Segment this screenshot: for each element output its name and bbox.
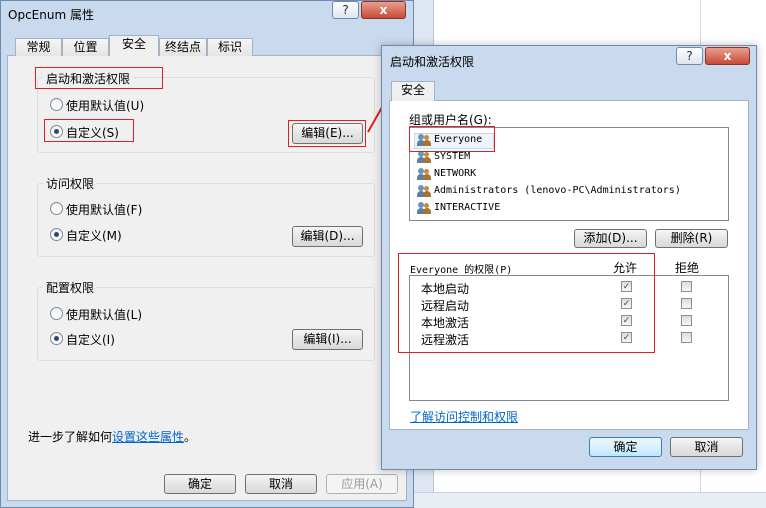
close-button[interactable]: x <box>361 1 406 19</box>
permissions-window-title: 启动和激活权限 <box>390 55 475 69</box>
users-list-item-system[interactable]: SYSTEM <box>434 151 470 162</box>
config-custom-label: 自定义(I) <box>66 333 115 347</box>
annotation-box-custom <box>44 119 134 142</box>
annotation-box-group-title <box>35 67 163 89</box>
deny-checkbox[interactable] <box>681 281 692 292</box>
users-list-item-interactive[interactable]: INTERACTIVE <box>434 202 500 213</box>
ok-button[interactable]: 确定 <box>164 474 236 494</box>
apply-button[interactable]: 应用(A) <box>326 474 398 494</box>
tab-identity[interactable]: 标识 <box>207 38 253 56</box>
config-custom-radio[interactable] <box>50 332 63 345</box>
users-list-item-network[interactable]: NETWORK <box>434 168 476 179</box>
deny-column-header: 拒绝 <box>675 261 700 275</box>
properties-window-title: OpcEnum 属性 <box>8 8 94 22</box>
permissions-ok-button[interactable]: 确定 <box>589 437 662 457</box>
user-group-icon <box>417 202 431 214</box>
tab-security[interactable]: 安全 <box>109 35 159 56</box>
background-footer <box>412 492 766 508</box>
annotation-box-permissions <box>398 253 655 353</box>
tab-location[interactable]: 位置 <box>62 38 109 56</box>
config-edit-button[interactable]: 编辑(I)... <box>292 329 363 350</box>
config-default-label: 使用默认值(L) <box>66 308 143 322</box>
user-group-icon <box>417 185 431 197</box>
tab-permissions-security[interactable]: 安全 <box>391 81 435 101</box>
tab-endpoints[interactable]: 终结点 <box>159 38 207 56</box>
help-button[interactable]: ? <box>332 1 359 19</box>
user-group-icon <box>417 168 431 180</box>
permissions-cancel-button[interactable]: 取消 <box>670 437 743 457</box>
launch-default-label: 使用默认值(U) <box>66 99 145 113</box>
annotation-box-edit <box>288 120 366 147</box>
launch-default-radio[interactable] <box>50 98 63 111</box>
remove-button[interactable]: 删除(R) <box>655 229 728 248</box>
user-group-icon <box>417 151 431 163</box>
access-group-title: 访问权限 <box>43 175 98 192</box>
learn-more-text: 进一步了解如何设置这些属性。 <box>28 428 196 445</box>
deny-checkbox[interactable] <box>681 298 692 309</box>
learn-access-control-link[interactable]: 了解访问控制和权限 <box>410 408 518 425</box>
configuration-group-title: 配置权限 <box>43 279 98 296</box>
config-default-radio[interactable] <box>50 307 63 320</box>
learn-more-link[interactable]: 设置这些属性 <box>112 430 184 444</box>
learn-more-suffix: 。 <box>184 430 197 444</box>
access-default-label: 使用默认值(F) <box>66 203 143 217</box>
annotation-box-everyone <box>409 126 495 152</box>
users-list-item-administrators[interactable]: Administrators (lenovo-PC\Administrators… <box>434 185 681 196</box>
add-button[interactable]: 添加(D)... <box>574 229 647 248</box>
access-default-radio[interactable] <box>50 202 63 215</box>
cancel-button[interactable]: 取消 <box>245 474 317 494</box>
permissions-help-button[interactable]: ? <box>676 47 703 65</box>
access-edit-button[interactable]: 编辑(D)... <box>292 226 363 247</box>
access-custom-label: 自定义(M) <box>66 229 122 243</box>
tab-general[interactable]: 常规 <box>15 38 62 56</box>
learn-more-prefix: 进一步了解如何 <box>28 430 113 444</box>
deny-checkbox[interactable] <box>681 332 692 343</box>
permissions-close-button[interactable]: x <box>705 47 750 65</box>
deny-checkbox[interactable] <box>681 315 692 326</box>
access-custom-radio[interactable] <box>50 228 63 241</box>
